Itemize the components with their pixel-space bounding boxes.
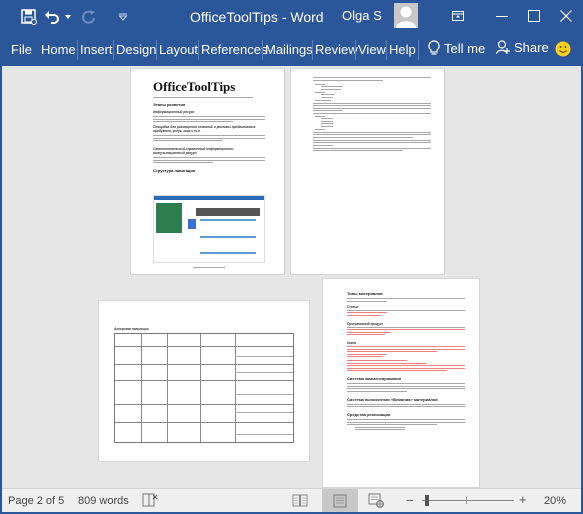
zoom-level[interactable]: 20%	[544, 495, 566, 507]
page-4[interactable]: Типы материалов Статьи Программный проду…	[322, 278, 480, 488]
read-mode-icon	[292, 494, 308, 507]
heading-material-types: Типы материалов	[347, 291, 383, 296]
maximize-button[interactable]	[520, 4, 548, 28]
maximize-icon	[528, 10, 540, 22]
user-avatar-icon	[396, 6, 416, 28]
page-1[interactable]: OfficeToolTips Этапы развития Информацио…	[130, 68, 285, 275]
word-count[interactable]: 809 words	[78, 495, 129, 507]
lightbulb-icon	[428, 40, 440, 55]
tab-separator	[198, 40, 199, 60]
tab-home[interactable]: Home	[41, 42, 76, 57]
tab-separator	[113, 40, 114, 60]
zoom-slider-thumb[interactable]	[424, 495, 429, 506]
tell-me-label: Tell me	[444, 41, 486, 56]
tab-separator	[156, 40, 157, 60]
word-window: OfficeToolTips - Word Olga S File Home I…	[0, 0, 583, 514]
heading-navigation: Структура навигации	[153, 168, 196, 173]
heading-comment-system: Система комментирования	[347, 376, 401, 381]
page-3[interactable]: Алгоритм навигации	[98, 300, 310, 462]
tab-mailings[interactable]: Mailings	[265, 42, 313, 57]
status-bar: Page 2 of 5 809 words − + 20%	[2, 488, 581, 512]
chevron-down-icon	[65, 15, 71, 19]
tab-separator	[386, 40, 387, 60]
tab-separator	[312, 40, 313, 60]
heading-nav-algorithm: Алгоритм навигации	[114, 327, 149, 331]
customize-qat-icon	[118, 13, 128, 21]
tab-insert[interactable]: Insert	[80, 42, 113, 57]
web-layout-icon	[368, 493, 384, 508]
page-indicator[interactable]: Page 2 of 5	[8, 495, 64, 507]
save-button[interactable]	[16, 6, 42, 28]
undo-icon	[45, 11, 59, 24]
tab-references[interactable]: References	[201, 42, 267, 57]
avatar[interactable]	[394, 3, 418, 28]
tab-separator	[77, 40, 78, 60]
tab-design[interactable]: Design	[116, 42, 156, 57]
zoom-out-button[interactable]: −	[406, 493, 414, 508]
save-icon	[21, 9, 37, 25]
ribbon-display-options-icon	[452, 11, 464, 21]
user-name[interactable]: Olga S	[342, 8, 382, 23]
document-canvas[interactable]: OfficeToolTips Этапы развития Информацио…	[2, 66, 581, 488]
navigation-table	[114, 333, 294, 443]
print-layout-icon	[333, 494, 347, 507]
feedback-button[interactable]	[555, 41, 571, 60]
heading-platform: Площадка для размещения описаний и рекла…	[153, 125, 256, 133]
tab-separator	[355, 40, 356, 60]
ribbon-tabs: File Home Insert Design Layout Reference…	[0, 36, 583, 64]
print-layout-button[interactable]	[322, 489, 358, 512]
doc-title: OfficeToolTips	[153, 79, 236, 94]
share-label: Share	[514, 40, 549, 55]
close-icon	[560, 10, 572, 22]
web-layout-button[interactable]	[358, 489, 394, 512]
share-person-icon	[496, 40, 510, 55]
document-title: OfficeToolTips - Word	[190, 9, 324, 25]
heading-implementation: Средства реализации	[347, 412, 391, 417]
minimize-button[interactable]	[488, 4, 516, 28]
heading-articles: Статьи	[347, 304, 359, 309]
customize-qat-button[interactable]	[110, 6, 136, 28]
redo-icon	[82, 10, 95, 24]
close-button[interactable]	[552, 4, 580, 28]
heading-software-product: Программный продукт	[347, 321, 384, 326]
undo-dropdown-button[interactable]	[62, 6, 74, 28]
share-button[interactable]: Share	[496, 40, 549, 55]
page-2[interactable]	[290, 68, 445, 275]
quick-access-toolbar	[16, 6, 136, 28]
heading-stages: Этапы развития	[153, 102, 186, 107]
undo-button[interactable]	[42, 6, 62, 28]
window-border-left	[0, 64, 2, 514]
redo-button[interactable]	[76, 6, 102, 28]
tell-me-search[interactable]: Tell me	[428, 40, 485, 57]
tab-review[interactable]: Review	[315, 42, 358, 57]
tab-separator	[262, 40, 263, 60]
heading-books: Книги	[347, 341, 357, 345]
heading-info-resource: Информационный ресурс	[153, 110, 195, 114]
proofing-button[interactable]	[142, 493, 158, 510]
tab-view[interactable]: View	[358, 42, 386, 57]
smiley-icon	[555, 41, 571, 57]
read-mode-button[interactable]	[282, 489, 318, 512]
tab-file[interactable]: File	[11, 42, 32, 57]
proofing-icon	[142, 493, 158, 507]
zoom-slider[interactable]	[422, 495, 514, 506]
zoom-slider-midpoint	[466, 497, 467, 504]
tab-layout[interactable]: Layout	[159, 42, 198, 57]
zoom-in-button[interactable]: +	[519, 492, 527, 507]
heading-influence-system: Система вычисления «Влияния» материалов	[347, 396, 438, 402]
website-screenshot-figure	[153, 195, 265, 263]
minimize-icon	[496, 16, 508, 17]
title-bar: OfficeToolTips - Word Olga S	[0, 0, 583, 34]
ribbon-display-options-button[interactable]	[444, 4, 472, 28]
tab-separator	[418, 40, 419, 60]
heading-standalone: Самостоятельный справочный информационно…	[153, 147, 234, 155]
tab-help[interactable]: Help	[389, 42, 416, 57]
